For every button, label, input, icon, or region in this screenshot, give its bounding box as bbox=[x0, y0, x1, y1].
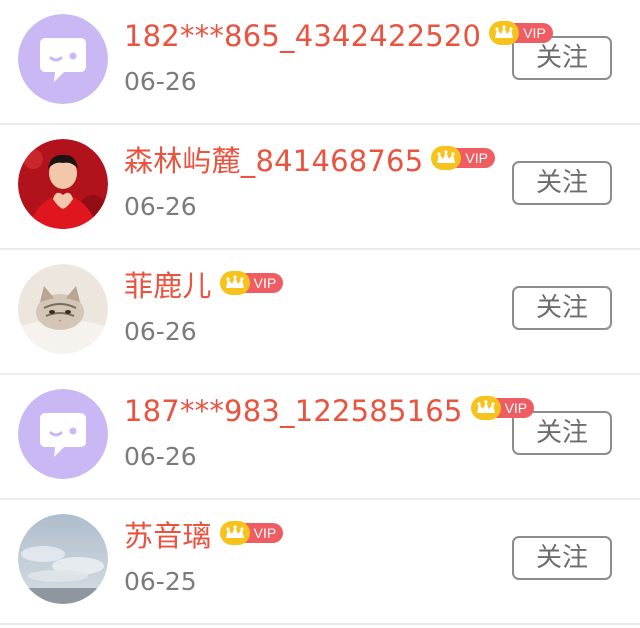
follow-button[interactable]: 关注 bbox=[512, 286, 612, 330]
avatar[interactable] bbox=[18, 514, 108, 604]
avatar[interactable] bbox=[18, 389, 108, 479]
follow-button[interactable]: 关注 bbox=[512, 411, 612, 455]
list-item[interactable]: 182***865_4342422520 VIP 06-26 关注 bbox=[0, 0, 640, 125]
kitten-photo-icon bbox=[18, 264, 108, 354]
crown-icon bbox=[219, 271, 250, 295]
name-line: 苏音璃 VIP bbox=[124, 518, 284, 554]
crown-icon bbox=[470, 396, 501, 420]
avatar[interactable] bbox=[18, 139, 108, 229]
username[interactable]: 菲鹿儿 bbox=[124, 268, 212, 304]
username[interactable]: 苏音璃 bbox=[124, 518, 212, 554]
name-line: 森林屿麓_841468765 VIP bbox=[124, 143, 495, 179]
username[interactable]: 182***865_4342422520 bbox=[124, 18, 481, 54]
vip-badge: VIP bbox=[219, 521, 284, 545]
default-chat-bubble-icon bbox=[18, 14, 108, 104]
vip-badge: VIP bbox=[470, 396, 535, 420]
username[interactable]: 187***983_122585165 bbox=[124, 393, 463, 429]
follow-date: 06-26 bbox=[124, 67, 197, 96]
default-chat-bubble-icon bbox=[18, 389, 108, 479]
avatar[interactable] bbox=[18, 264, 108, 354]
follower-list: 182***865_4342422520 VIP 06-26 关注 森林屿麓_8… bbox=[0, 0, 640, 625]
name-line: 182***865_4342422520 VIP bbox=[124, 18, 553, 54]
follow-date: 06-26 bbox=[124, 317, 197, 346]
crown-icon bbox=[431, 146, 462, 170]
follow-date: 06-26 bbox=[124, 192, 197, 221]
crown-icon bbox=[219, 521, 250, 545]
list-item[interactable]: 苏音璃 VIP 06-25 关注 bbox=[0, 500, 640, 625]
vip-badge: VIP bbox=[431, 146, 495, 170]
list-item[interactable]: 187***983_122585165 VIP 06-26 关注 bbox=[0, 375, 640, 500]
avatar[interactable] bbox=[18, 14, 108, 104]
name-line: 菲鹿儿 VIP bbox=[124, 268, 284, 304]
crown-icon bbox=[489, 21, 520, 45]
username[interactable]: 森林屿麓_841468765 bbox=[124, 143, 423, 179]
follow-button[interactable]: 关注 bbox=[512, 536, 612, 580]
vip-badge: VIP bbox=[489, 21, 553, 45]
follow-date: 06-25 bbox=[124, 567, 197, 596]
name-line: 187***983_122585165 VIP bbox=[124, 393, 535, 429]
vip-badge: VIP bbox=[219, 271, 284, 295]
follow-button[interactable]: 关注 bbox=[512, 161, 612, 205]
follow-date: 06-26 bbox=[124, 442, 197, 471]
person-photo-icon bbox=[18, 139, 108, 229]
cloudy-sky-photo-icon bbox=[18, 514, 108, 604]
list-item[interactable]: 菲鹿儿 VIP 06-26 关注 bbox=[0, 250, 640, 375]
list-item[interactable]: 森林屿麓_841468765 VIP 06-26 关注 bbox=[0, 125, 640, 250]
